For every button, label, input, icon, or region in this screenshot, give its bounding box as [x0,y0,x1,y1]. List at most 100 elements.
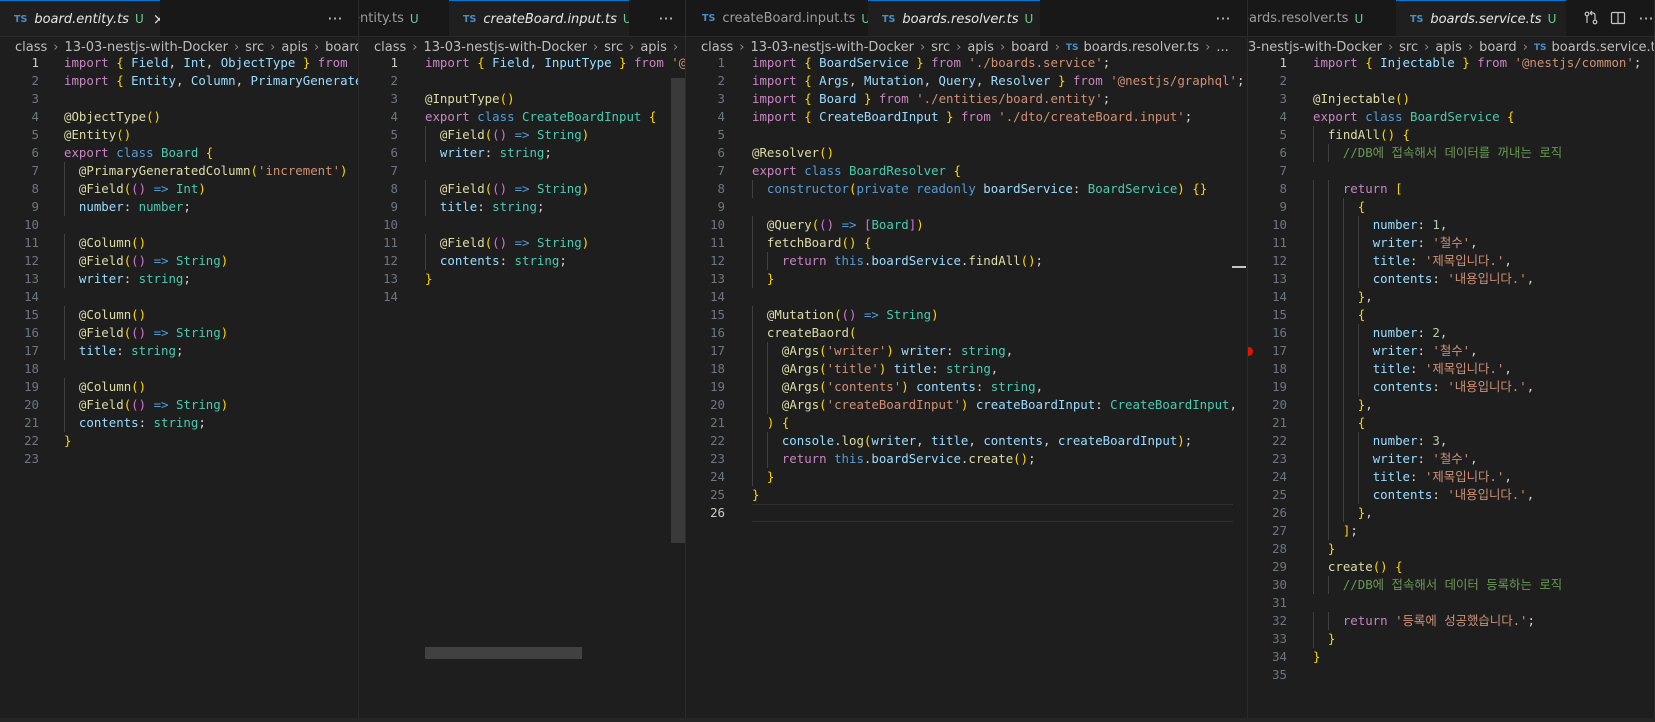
breadcrumb-item[interactable]: board [1479,40,1517,55]
code-line: title: string; [78,343,184,358]
code-line: create() { [1327,559,1403,574]
indent-guide [752,432,753,450]
line-number: 2 [717,73,725,88]
line-number: 11 [1272,235,1287,250]
indent-guide [64,396,65,414]
line-number: 8 [717,181,725,196]
more-actions-icon[interactable]: ··· [1634,0,1654,36]
breadcrumb-item[interactable]: 13-03-nestjs-with-Docker [423,40,586,55]
indent-guide [425,252,426,270]
line-number: 9 [1279,199,1287,214]
breadcrumb-item[interactable]: apis [640,40,667,55]
indent-guide [1313,486,1314,504]
indent-guide [1357,432,1359,450]
editor-group-3: TS createBoard.input.ts U TS boards.resolver… [686,0,1248,722]
line-number: 16 [710,325,725,340]
vertical-scrollbar[interactable] [671,78,685,543]
breadcrumb-item[interactable]: class [374,40,406,55]
code-line: ]; [1342,523,1358,538]
indent-guide [766,360,768,378]
code-editor[interactable]: 1 import { BoardService } from './boards.… [686,55,1247,722]
tab-boards-resolver-ts[interactable]: TSboards.resolver.tsU× [868,0,1040,36]
breadcrumb-item[interactable]: boards.resolver.ts [1084,40,1200,55]
indent-guide [1342,234,1344,252]
breadcrumb-item[interactable]: src [931,40,950,55]
indent-guide [1313,180,1314,198]
code-line: title: string; [439,199,545,214]
indent-guide [1327,198,1329,216]
code-editor[interactable]: 1 import { Field, InputType } from '@n 2 3 @… [359,55,685,722]
close-icon[interactable]: × [1565,10,1566,28]
line-number: 24 [710,469,725,484]
line-number: 18 [710,361,725,376]
breadcrumb-item[interactable]: src [1399,40,1418,55]
line-number: 2 [390,73,398,88]
code-line: @Field(() => String) [78,253,229,268]
untracked-status: U [861,12,868,26]
breadcrumb-item[interactable]: 13-03-nestjs-with-Docker [64,40,227,55]
horizontal-scrollbar[interactable] [425,647,582,659]
breadcrumb-item[interactable]: 3-nestjs-with-Docker [1248,40,1382,55]
more-actions-icon[interactable]: ··· [1211,0,1235,36]
indent-guide [752,252,753,270]
code-line: @Field(() => String) [439,127,590,142]
breadcrumb-item[interactable]: boards.service.ts [1552,40,1654,55]
code-line: @Args('contents') contents: string, [781,379,1044,394]
indent-guide [752,450,753,468]
chevron-right-icon: › [1387,40,1394,55]
indent-guide [1342,306,1344,324]
tab-boards-resolver-ts[interactable]: TSoards.resolver.tsU [1248,0,1391,36]
code-line: createBaord( [766,325,857,340]
code-line: findAll() { [1327,127,1411,142]
indent-guide [64,324,65,342]
tab-createboard-input-ts[interactable]: TS createBoard.input.ts U [688,0,868,36]
indent-guide [1342,486,1344,504]
close-icon[interactable]: × [153,10,160,28]
more-actions-icon[interactable]: ··· [654,0,678,36]
more-actions-icon[interactable]: ··· [323,0,347,36]
line-number: 9 [717,199,725,214]
breadcrumb-item[interactable]: class [701,40,733,55]
panel-border [0,718,1655,722]
line-number: 14 [710,289,725,304]
code-line: export class BoardResolver { [752,163,961,178]
breadcrumb-item[interactable]: 13-03-nestjs-with-Docker [750,40,913,55]
code-editor[interactable]: 1 import { Injectable } from '@nestjs/com… [1248,55,1654,722]
indent-guide [1313,306,1314,324]
indent-guide [1327,234,1329,252]
code-line: @Args('createBoardInput') createBoardInp… [781,397,1237,412]
indent-guide [1357,342,1359,360]
indent-guide [766,396,768,414]
breadcrumb-item[interactable]: board [1011,40,1049,55]
tab-boards-service-ts[interactable]: TS boards.service.ts U × [1396,0,1566,36]
line-number: 34 [1272,649,1287,664]
indent-guide [64,342,65,360]
code-line: console.log(writer, title, contents, cre… [781,433,1193,448]
indent-guide [1327,378,1329,396]
breadcrumb-item[interactable]: board [325,40,358,55]
indent-guide [425,198,426,216]
breadcrumb-item[interactable]: class [15,40,47,55]
git-compare-icon[interactable] [1583,10,1599,26]
breadcrumb-item[interactable]: ... [1216,40,1228,55]
tab-label: entity.ts [359,11,404,26]
tab-createboard-input-ts[interactable]: TScreateBoard.input.tsU× [449,0,629,36]
indent-guide [752,216,753,234]
indent-guide [1357,378,1359,396]
line-number: 35 [1272,667,1287,682]
breadcrumb-item[interactable]: bo [684,40,685,55]
code-line: number: number; [78,199,191,214]
breadcrumb-item[interactable]: apis [281,40,308,55]
code-line: @Field(() => String) [78,325,229,340]
tab-board-entity-ts[interactable]: TS board.entity.ts U × [0,0,160,36]
breadcrumb-item[interactable]: src [604,40,623,55]
breadcrumb-item[interactable]: src [245,40,264,55]
breadcrumb-item[interactable]: apis [967,40,994,55]
split-editor-icon[interactable] [1610,10,1626,26]
tab-entity-ts[interactable]: TSentity.tsU [359,0,440,36]
tab-bar: TSentity.tsUTScreateBoard.input.tsU× ··· [359,0,685,37]
indent-guide [1313,270,1314,288]
indent-guide [1313,288,1314,306]
breadcrumb-item[interactable]: apis [1435,40,1462,55]
code-editor[interactable]: 1 import { Field, Int, ObjectType } from … [0,55,358,722]
